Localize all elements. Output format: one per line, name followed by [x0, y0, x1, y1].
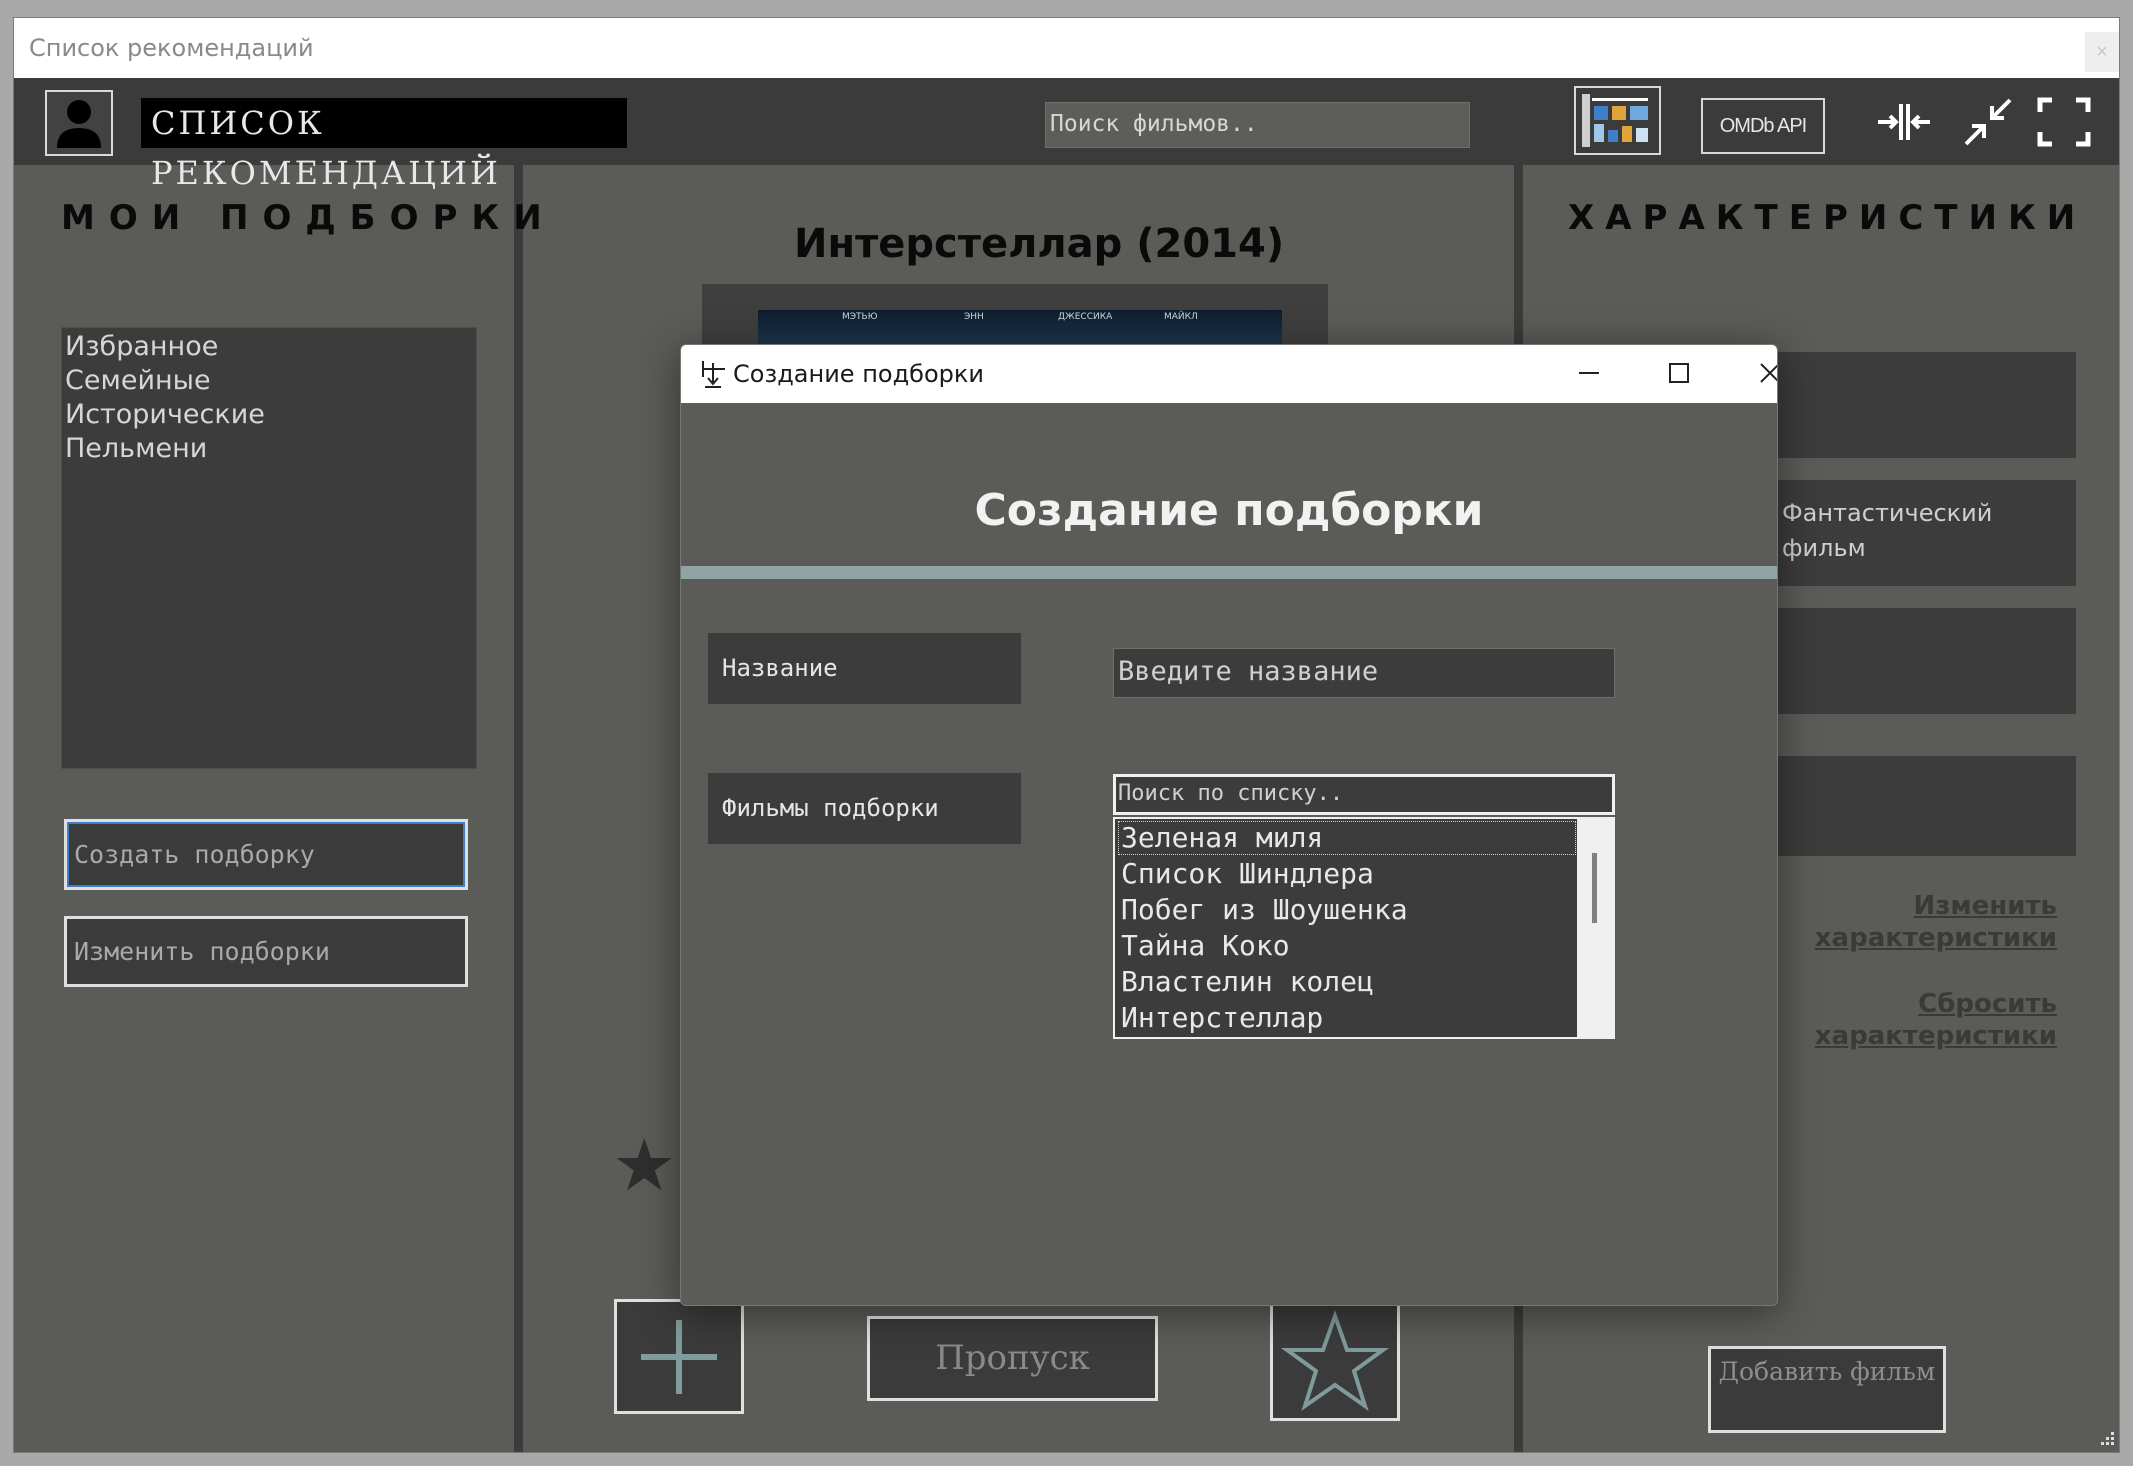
films-listbox[interactable]: Зеленая миля Список Шиндлера Побег из Шо…	[1113, 817, 1615, 1039]
poster-cast-name: ЭНН	[964, 312, 984, 322]
shrink-icon[interactable]	[1958, 94, 2018, 150]
poster-cast-name: МЭТЬЮ	[842, 312, 878, 322]
favorite-button[interactable]	[1270, 1299, 1400, 1421]
app-icon	[702, 361, 725, 388]
collections-title: МОИ ПОДБОРКИ	[61, 198, 556, 238]
window-titlebar: Список рекомендаций ×	[14, 18, 2119, 78]
dashboard-button[interactable]	[1574, 86, 1661, 155]
dashboard-icon	[1582, 94, 1653, 147]
maximize-icon[interactable]	[1633, 345, 1723, 403]
plus-icon	[641, 1320, 717, 1394]
user-icon	[57, 100, 101, 148]
list-item[interactable]: Список Шиндлера	[1117, 856, 1611, 892]
list-item[interactable]: Побег из Шоушенка	[1117, 892, 1611, 928]
left-divider	[514, 165, 523, 1452]
dialog-window-title: Создание подборки	[733, 360, 984, 388]
dialog-heading: Создание подборки	[974, 485, 1484, 536]
minimize-icon[interactable]	[1543, 345, 1633, 403]
window-close-button[interactable]: ×	[2085, 32, 2119, 72]
add-to-collection-button[interactable]	[614, 1299, 744, 1414]
list-scrollbar[interactable]	[1577, 819, 1613, 1037]
create-collection-dialog: Создание подборки Создание подборки Назв…	[680, 344, 1778, 1306]
user-avatar-button[interactable]	[45, 90, 113, 156]
poster-cast-name: МАЙКЛ	[1164, 312, 1198, 322]
characteristics-title: ХАРАКТЕРИСТИКИ	[1568, 198, 2087, 238]
accent-divider	[681, 566, 1777, 579]
skip-button[interactable]: Пропуск	[867, 1316, 1158, 1401]
close-icon[interactable]	[1725, 345, 1778, 403]
genre-text: Фантастический фильм	[1782, 499, 1993, 562]
scrollbar-thumb[interactable]	[1592, 853, 1597, 923]
create-collection-button[interactable]: Создать подборку	[64, 819, 468, 890]
poster-cast-name: ДЖЕССИКА	[1058, 312, 1113, 322]
list-item[interactable]: Зеленая миля	[1117, 820, 1577, 856]
characteristic-box	[1774, 352, 2076, 458]
characteristic-box	[1774, 608, 2076, 714]
list-item[interactable]: Исторические	[65, 398, 473, 432]
fullscreen-icon[interactable]	[2034, 94, 2094, 150]
app-title: СПИСОК РЕКОМЕНДАЦИЙ	[141, 98, 627, 192]
films-label: Фильмы подборки	[708, 773, 1021, 844]
list-item[interactable]: Властелин колец	[1117, 964, 1611, 1000]
window-title: Список рекомендаций	[29, 34, 314, 62]
collections-list[interactable]: Избранное Семейные Исторические Пельмени	[61, 327, 477, 769]
list-item[interactable]: Избранное	[65, 330, 473, 364]
resize-grip-icon[interactable]	[2097, 1430, 2115, 1448]
list-item[interactable]: Семейные	[65, 364, 473, 398]
name-label: Название	[708, 633, 1021, 704]
add-film-button[interactable]: Добавить фильм	[1708, 1346, 1946, 1433]
collection-name-input[interactable]: Введите название	[1113, 648, 1615, 698]
star-icon[interactable]: ★	[612, 1130, 677, 1202]
movie-search-input[interactable]: Поиск фильмов..	[1045, 102, 1470, 148]
movie-title: Интерстеллар (2014)	[794, 221, 1285, 267]
list-item[interactable]: Тайна Коко	[1117, 928, 1611, 964]
top-toolbar: СПИСОК РЕКОМЕНДАЦИЙ Поиск фильмов.. OMDb…	[14, 78, 2119, 192]
list-search-input[interactable]: Поиск по списку..	[1113, 774, 1615, 815]
characteristic-box	[1774, 756, 2076, 856]
omdb-api-button[interactable]: OMDb API	[1701, 98, 1825, 154]
edit-collections-button[interactable]: Изменить подборки	[64, 916, 468, 987]
dialog-titlebar: Создание подборки	[681, 345, 1777, 403]
list-item[interactable]: Интерстеллар	[1117, 1000, 1611, 1036]
split-horizontal-icon[interactable]	[1874, 94, 1934, 150]
star-outline-icon	[1280, 1309, 1390, 1412]
reset-characteristics-link[interactable]: Сбросить характеристики	[1797, 988, 2057, 1052]
edit-characteristics-link[interactable]: Изменить характеристики	[1797, 890, 2057, 954]
list-item[interactable]: Пельмени	[65, 432, 473, 466]
